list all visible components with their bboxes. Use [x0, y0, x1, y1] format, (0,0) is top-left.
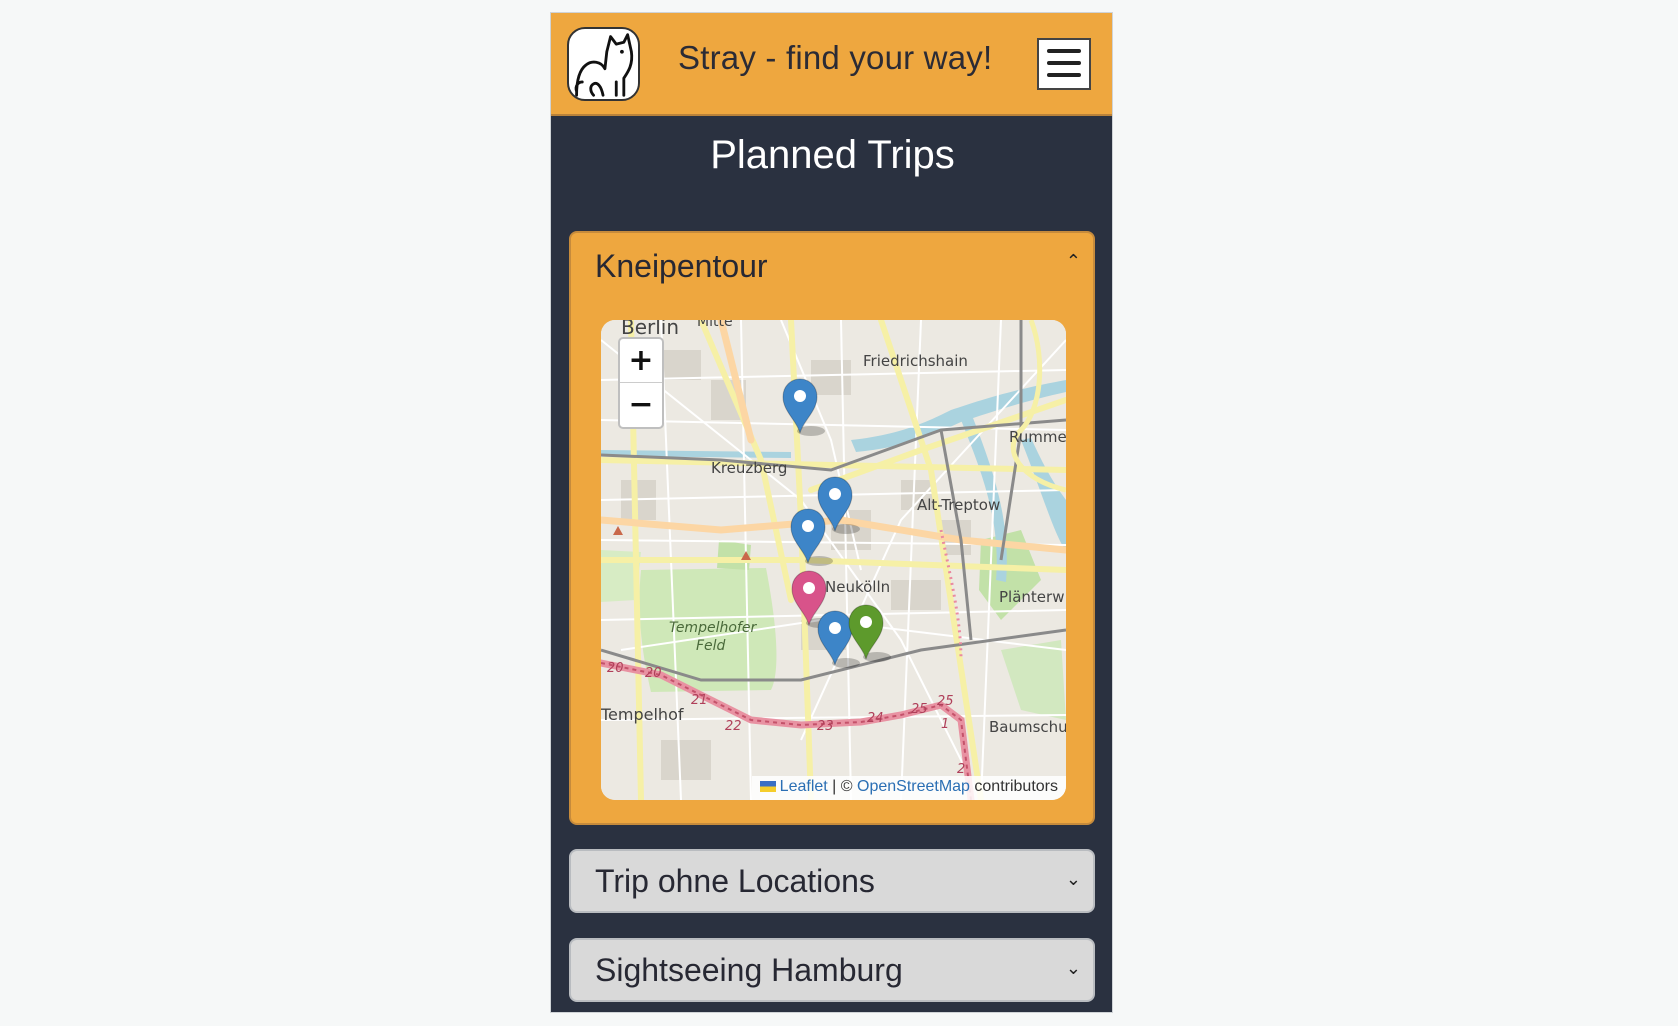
trip-map[interactable]: Berlin Mitte Friedrichshain Rumme Kreuzb…: [601, 320, 1066, 800]
chevron-down-icon[interactable]: ⌄: [1066, 869, 1081, 890]
openstreetmap-link[interactable]: OpenStreetMap: [857, 778, 970, 795]
ukraine-flag-icon: [759, 781, 776, 793]
page-title: Planned Trips: [710, 133, 955, 177]
chevron-up-icon[interactable]: ⌃: [1066, 251, 1081, 272]
map-label-baumschulenweg: Baumschu: [989, 718, 1066, 736]
map-label-tempelhof: Tempelhof: [601, 705, 684, 724]
map-label-tempelhofer: Tempelhofer: [669, 620, 757, 636]
trip-card-kneipentour: Kneipentour ⌃ Berlin Mitte Friedrichshai…: [569, 231, 1095, 825]
app-frame: Stray - find your way! Planned Trips Kne…: [550, 12, 1113, 1013]
attribution-suffix: contributors: [969, 778, 1058, 795]
svg-text:24: 24: [867, 711, 884, 726]
svg-text:25: 25: [911, 702, 928, 717]
trip-title[interactable]: Sightseeing Hamburg: [595, 952, 903, 989]
svg-text:20: 20: [607, 661, 624, 676]
svg-text:22: 22: [725, 719, 742, 734]
svg-text:1: 1: [941, 717, 949, 732]
map-label-alt-treptow: Alt-Treptow: [917, 496, 1000, 514]
chevron-down-icon[interactable]: ⌄: [1066, 958, 1081, 979]
svg-text:2: 2: [957, 762, 965, 777]
map-label-rummelsburg: Rumme: [1009, 428, 1066, 446]
trip-title[interactable]: Trip ohne Locations: [595, 863, 875, 900]
leaflet-link[interactable]: Leaflet: [780, 778, 828, 795]
trip-title[interactable]: Kneipentour: [595, 248, 768, 285]
app-brand[interactable]: Stray - find your way!: [678, 39, 992, 77]
map-label-feld: Feld: [696, 638, 726, 654]
svg-text:23: 23: [817, 719, 834, 734]
trip-card-trip-ohne-locations[interactable]: Trip ohne Locations ⌄: [569, 849, 1095, 913]
zoom-in-button[interactable]: +: [620, 339, 662, 383]
hamburger-icon[interactable]: [1037, 38, 1091, 90]
map-label-mitte: Mitte: [697, 320, 733, 330]
zoom-out-button[interactable]: −: [620, 383, 662, 427]
map-tiles[interactable]: Berlin Mitte Friedrichshain Rumme Kreuzb…: [601, 320, 1066, 800]
svg-text:20: 20: [645, 666, 662, 681]
top-navbar: Stray - find your way!: [551, 13, 1112, 116]
map-label-neukoelln: Neukölln: [825, 578, 890, 596]
map-label-plaenterwald: Plänterw: [999, 588, 1064, 606]
trip-card-sightseeing-hamburg[interactable]: Sightseeing Hamburg ⌄: [569, 938, 1095, 1002]
attribution-separator: | ©: [827, 778, 857, 795]
cat-icon[interactable]: [567, 27, 640, 101]
svg-text:21: 21: [691, 693, 708, 708]
map-label-kreuzberg: Kreuzberg: [711, 459, 787, 477]
svg-text:25: 25: [937, 694, 954, 709]
zoom-control: + −: [618, 337, 664, 429]
map-label-friedrichshain: Friedrichshain: [863, 352, 968, 370]
map-attribution: Leaflet | © OpenStreetMap contributors: [751, 776, 1066, 800]
